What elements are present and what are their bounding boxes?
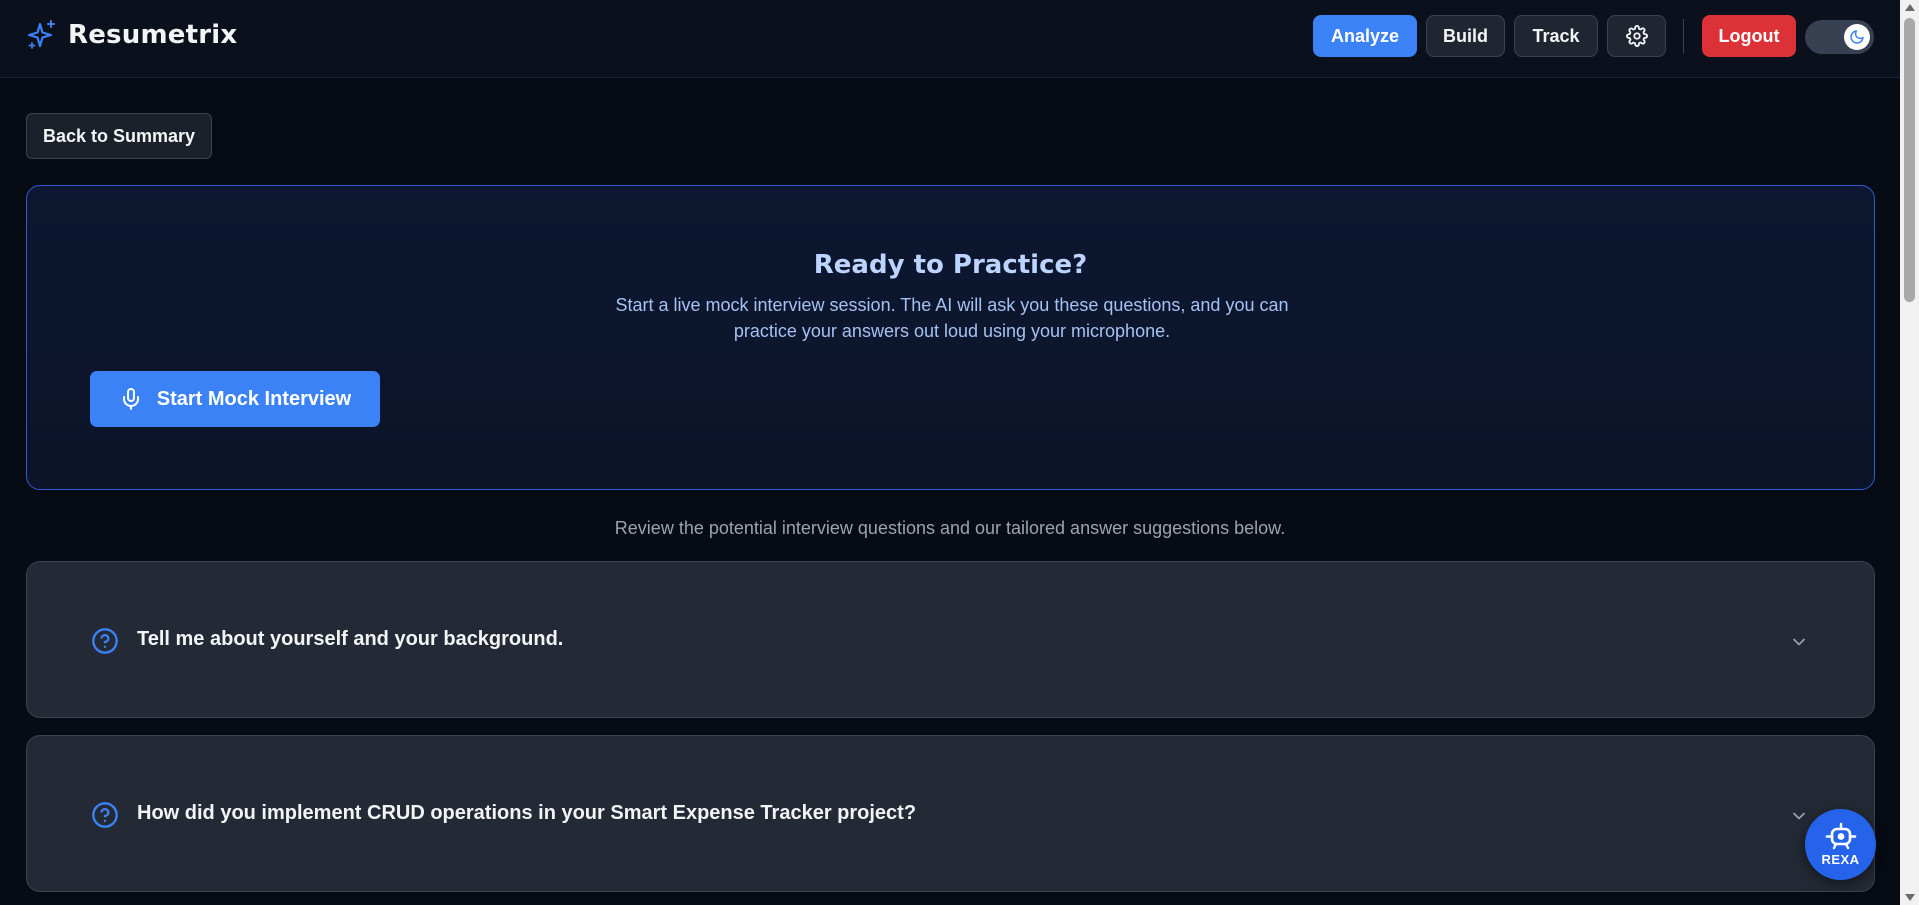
practice-title: Ready to Practice? xyxy=(813,250,1088,280)
settings-button[interactable] xyxy=(1607,15,1666,57)
question-circle-icon xyxy=(92,628,118,654)
start-mock-interview-button[interactable]: Start Mock Interview xyxy=(90,371,380,427)
review-instructions: Review the potential interview questions… xyxy=(614,518,1286,538)
question-text: Tell me about yourself and your backgrou… xyxy=(137,628,564,650)
practice-description: Start a live mock interview session. The… xyxy=(615,295,1289,341)
question-card[interactable]: Tell me about yourself and your backgrou… xyxy=(26,561,1875,718)
build-button[interactable]: Build xyxy=(1426,15,1505,57)
robot-icon xyxy=(1825,822,1856,850)
chevron-down-icon[interactable] xyxy=(1789,806,1809,826)
moon-icon xyxy=(1850,30,1864,44)
scroll-thumb[interactable] xyxy=(1904,18,1915,302)
sparkles-icon xyxy=(27,20,55,49)
question-circle-icon xyxy=(92,802,118,828)
start-mock-interview-label: Start Mock Interview xyxy=(156,387,352,410)
toggle-knob xyxy=(1844,24,1870,50)
chevron-down-icon[interactable] xyxy=(1789,632,1809,652)
microphone-icon xyxy=(122,388,139,410)
question-card[interactable]: How did you implement CRUD operations in… xyxy=(26,735,1875,892)
analyze-button[interactable]: Analyze xyxy=(1313,15,1417,57)
app-name: Resumetrix xyxy=(68,20,238,50)
back-to-summary-button[interactable]: Back to Summary xyxy=(26,113,212,159)
practice-card: Ready to Practice? Start a live mock int… xyxy=(26,185,1875,490)
rexa-assistant-button[interactable]: REXA xyxy=(1805,809,1876,880)
rexa-label: REXA xyxy=(1821,852,1860,867)
question-text: How did you implement CRUD operations in… xyxy=(137,802,917,824)
app-logo[interactable]: Resumetrix xyxy=(26,18,237,52)
scroll-down-arrow-icon[interactable] xyxy=(1905,894,1915,901)
scroll-up-arrow-icon[interactable] xyxy=(1905,4,1915,11)
track-button[interactable]: Track xyxy=(1514,15,1598,57)
top-header: Resumetrix Analyze Build Track Logout xyxy=(0,0,1900,78)
gear-icon xyxy=(1625,25,1648,47)
logout-button[interactable]: Logout xyxy=(1702,15,1796,57)
theme-toggle[interactable] xyxy=(1805,20,1874,54)
header-divider xyxy=(1683,19,1684,54)
page-scrollbar[interactable] xyxy=(1900,0,1919,905)
